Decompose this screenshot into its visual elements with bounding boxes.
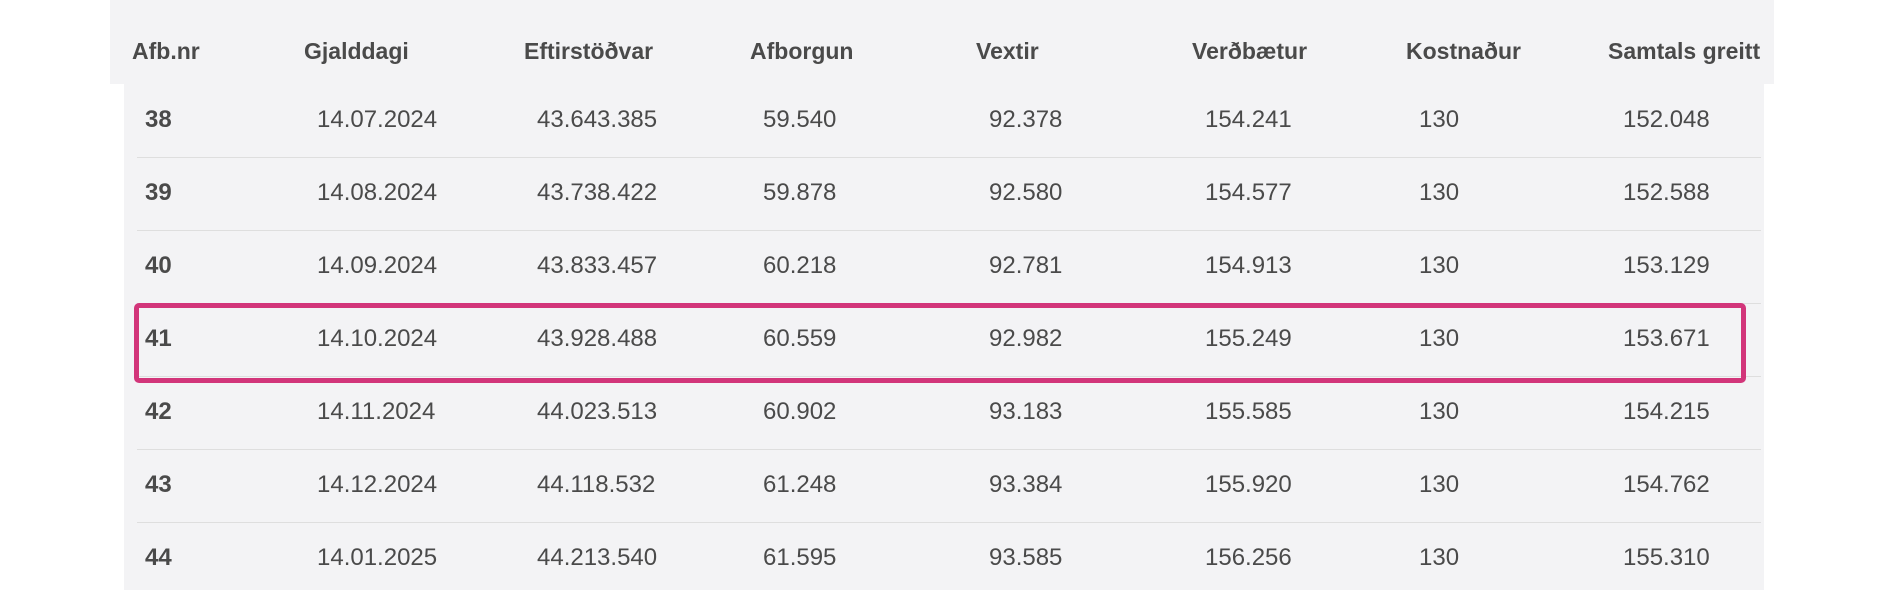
cell-eftirstodvar: 43.643.385 — [537, 106, 658, 133]
cell-samtals-greitt: 152.048 — [1623, 106, 1710, 133]
table-row: 43 14.12.2024 44.118.532 61.248 93.384 1… — [137, 449, 1761, 523]
cell-vextir: 92.982 — [989, 325, 1063, 352]
cell-verdbaetur: 155.585 — [1205, 398, 1292, 425]
cell-eftirstodvar: 44.118.532 — [537, 471, 656, 498]
cell-afb-nr: 43 — [145, 471, 172, 498]
table-row: 40 14.09.2024 43.833.457 60.218 92.781 1… — [137, 230, 1761, 304]
cell-kostnadur: 130 — [1419, 544, 1460, 571]
cell-kostnadur: 130 — [1419, 471, 1460, 498]
cell-gjalddagi: 14.07.2024 — [317, 106, 438, 133]
col-header-afb-nr: Afb.nr — [132, 38, 200, 64]
cell-kostnadur: 130 — [1419, 252, 1460, 279]
cell-vextir: 93.585 — [989, 544, 1063, 571]
payment-schedule: Afb.nr Gjalddagi Eftirstöðvar Afborgun V… — [0, 0, 1880, 590]
table-row: 39 14.08.2024 43.738.422 59.878 92.580 1… — [137, 157, 1761, 231]
cell-gjalddagi: 14.11.2024 — [317, 398, 436, 425]
cell-kostnadur: 130 — [1419, 179, 1460, 206]
cell-kostnadur: 130 — [1419, 325, 1460, 352]
cell-kostnadur: 130 — [1419, 398, 1460, 425]
cell-verdbaetur: 154.577 — [1205, 179, 1292, 206]
col-header-gjalddagi: Gjalddagi — [304, 38, 409, 64]
cell-eftirstodvar: 43.928.488 — [537, 325, 658, 352]
cell-samtals-greitt: 154.762 — [1623, 471, 1710, 498]
cell-afborgun: 60.218 — [763, 252, 837, 279]
cell-gjalddagi: 14.09.2024 — [317, 252, 438, 279]
cell-afborgun: 61.248 — [763, 471, 837, 498]
cell-afborgun: 60.559 — [763, 325, 837, 352]
cell-afb-nr: 41 — [145, 325, 172, 352]
cell-afb-nr: 44 — [145, 544, 172, 571]
cell-afb-nr: 38 — [145, 106, 172, 133]
table-row-highlighted: 41 14.10.2024 43.928.488 60.559 92.982 1… — [137, 303, 1761, 377]
cell-verdbaetur: 155.920 — [1205, 471, 1292, 498]
cell-samtals-greitt: 153.129 — [1623, 252, 1710, 279]
cell-vextir: 92.781 — [989, 252, 1063, 279]
cell-vextir: 92.378 — [989, 106, 1063, 133]
col-header-samtals-greitt: Samtals greitt — [1608, 38, 1761, 64]
cell-samtals-greitt: 155.310 — [1623, 544, 1710, 571]
cell-verdbaetur: 154.241 — [1205, 106, 1292, 133]
col-header-eftirstodvar: Eftirstöðvar — [524, 38, 654, 64]
cell-gjalddagi: 14.08.2024 — [317, 179, 438, 206]
cell-samtals-greitt: 153.671 — [1623, 325, 1710, 352]
cell-gjalddagi: 14.12.2024 — [317, 471, 438, 498]
cell-verdbaetur: 155.249 — [1205, 325, 1292, 352]
cell-vextir: 93.384 — [989, 471, 1063, 498]
cell-afb-nr: 40 — [145, 252, 172, 279]
cell-afb-nr: 39 — [145, 179, 172, 206]
cell-eftirstodvar: 44.023.513 — [537, 398, 658, 425]
cell-kostnadur: 130 — [1419, 106, 1460, 133]
col-header-verdbaetur: Verðbætur — [1192, 38, 1308, 64]
cell-afborgun: 61.595 — [763, 544, 837, 571]
table-row: 42 14.11.2024 44.023.513 60.902 93.183 1… — [137, 376, 1761, 450]
cell-eftirstodvar: 44.213.540 — [537, 544, 658, 571]
col-header-vextir: Vextir — [976, 38, 1039, 64]
cell-afborgun: 60.902 — [763, 398, 837, 425]
table-row: 38 14.07.2024 43.643.385 59.540 92.378 1… — [137, 84, 1761, 158]
cell-eftirstodvar: 43.833.457 — [537, 252, 658, 279]
cell-eftirstodvar: 43.738.422 — [537, 179, 658, 206]
cell-afborgun: 59.878 — [763, 179, 837, 206]
cell-verdbaetur: 154.913 — [1205, 252, 1292, 279]
cell-afborgun: 59.540 — [763, 106, 837, 133]
cell-vextir: 93.183 — [989, 398, 1063, 425]
col-header-kostnadur: Kostnaður — [1406, 38, 1521, 64]
cell-gjalddagi: 14.10.2024 — [317, 325, 438, 352]
cell-samtals-greitt: 154.215 — [1623, 398, 1710, 425]
cell-verdbaetur: 156.256 — [1205, 544, 1292, 571]
cell-vextir: 92.580 — [989, 179, 1063, 206]
cell-samtals-greitt: 152.588 — [1623, 179, 1710, 206]
col-header-afborgun: Afborgun — [750, 38, 854, 64]
cell-gjalddagi: 14.01.2025 — [317, 544, 438, 571]
cell-afb-nr: 42 — [145, 398, 172, 425]
table-row: 44 14.01.2025 44.213.540 61.595 93.585 1… — [137, 522, 1761, 590]
